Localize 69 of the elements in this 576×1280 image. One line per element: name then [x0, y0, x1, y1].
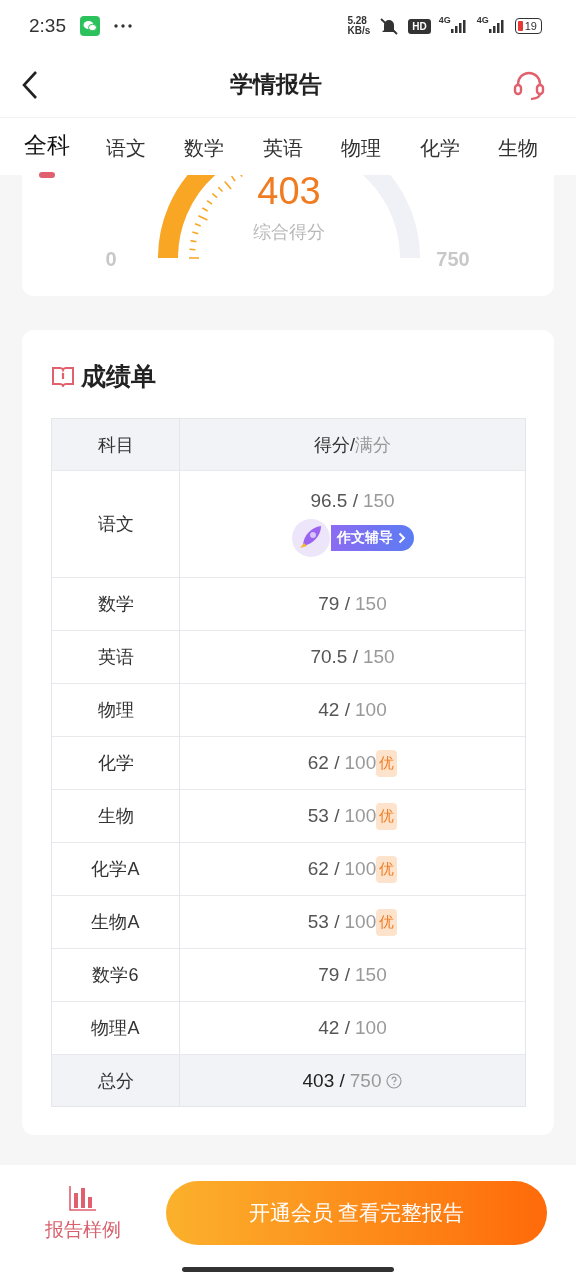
subject-cell-text: 生物	[97, 805, 134, 828]
score-value: 42 /	[318, 1017, 350, 1039]
grade-badge: 优	[376, 749, 398, 777]
card-title: 成绩单	[81, 360, 156, 392]
subject-cell-text: 语文	[97, 513, 134, 536]
full-score: 150	[355, 593, 387, 615]
status-time: 2:35	[29, 15, 66, 37]
chat-app-icon	[80, 16, 100, 36]
subject-tab[interactable]: 全科	[8, 118, 87, 175]
full-score: 100	[355, 1017, 387, 1039]
subject-cell-text: 物理	[97, 699, 134, 722]
more-icon	[114, 24, 132, 28]
help-icon[interactable]	[386, 1072, 403, 1089]
subject-cell-text: 英语	[97, 646, 134, 669]
subject-cell-text: 化学	[97, 752, 134, 775]
network-type: 4G	[476, 15, 489, 25]
hd-badge: HD	[408, 18, 431, 34]
battery-indicator: 19	[514, 18, 542, 34]
subject-tab[interactable]: 英语	[243, 118, 322, 175]
full-score: 100	[344, 911, 377, 933]
full-score: 150	[362, 646, 395, 668]
gauge-caption: 综合得分	[253, 222, 325, 242]
network-speed: 5.28 KB/s	[347, 16, 371, 36]
essay-tutoring-button[interactable]: 作文辅导	[331, 525, 414, 551]
score-value: 79 /	[318, 593, 350, 615]
full-score: 100	[355, 699, 387, 721]
chevron-icon	[398, 532, 406, 544]
grade-badge: 优	[376, 802, 398, 830]
score-value: 53 /	[307, 911, 340, 933]
full-score: 100	[344, 858, 377, 880]
book-icon	[51, 365, 75, 387]
bar-chart-icon	[69, 1185, 97, 1211]
score-value: 62 /	[307, 858, 340, 880]
subject-cell-text: 数学	[97, 593, 134, 616]
column-header: 得分/满分	[313, 433, 392, 457]
grade-badge: 优	[376, 908, 398, 936]
subject-tab[interactable]: 数学	[165, 118, 244, 175]
score-value: 70.5 /	[310, 646, 358, 668]
back-icon[interactable]	[21, 69, 39, 100]
grade-badge: 优	[376, 855, 398, 883]
report-sample-button[interactable]: 报告样例	[28, 1181, 138, 1243]
score-value: 62 /	[307, 752, 340, 774]
headset-icon[interactable]	[512, 69, 546, 100]
signal-icon	[488, 19, 507, 33]
score-value: 96.5 /	[310, 490, 358, 512]
page-title: 学情报告	[229, 70, 322, 99]
gauge-score: 403	[257, 175, 321, 212]
score-value: 53 /	[307, 805, 340, 827]
column-header: 科目	[52, 419, 180, 470]
score-value: 79 /	[318, 964, 350, 986]
subject-tab[interactable]: 物理	[322, 118, 401, 175]
subject-tab[interactable]: 语文	[86, 118, 165, 175]
subject-cell-text: 数学6	[92, 964, 139, 987]
full-score: 150	[362, 490, 395, 512]
score-value: 42 /	[318, 699, 350, 721]
signal-icon	[450, 19, 469, 33]
full-score: 100	[344, 752, 377, 774]
subject-tab[interactable]: 化学	[400, 118, 479, 175]
subject-cell-text: 化学A	[91, 858, 140, 881]
network-type: 4G	[438, 15, 451, 25]
rocket-icon	[291, 518, 331, 558]
full-score: 150	[355, 964, 387, 986]
full-score: 750	[349, 1069, 382, 1092]
score-value: 403 /	[302, 1069, 345, 1092]
subject-cell-text: 物理A	[91, 1017, 140, 1040]
subject-tab[interactable]: 生物	[479, 118, 558, 175]
full-score: 100	[344, 805, 377, 827]
total-label: 总分	[97, 1069, 134, 1093]
subject-cell-text: 生物A	[91, 911, 140, 934]
